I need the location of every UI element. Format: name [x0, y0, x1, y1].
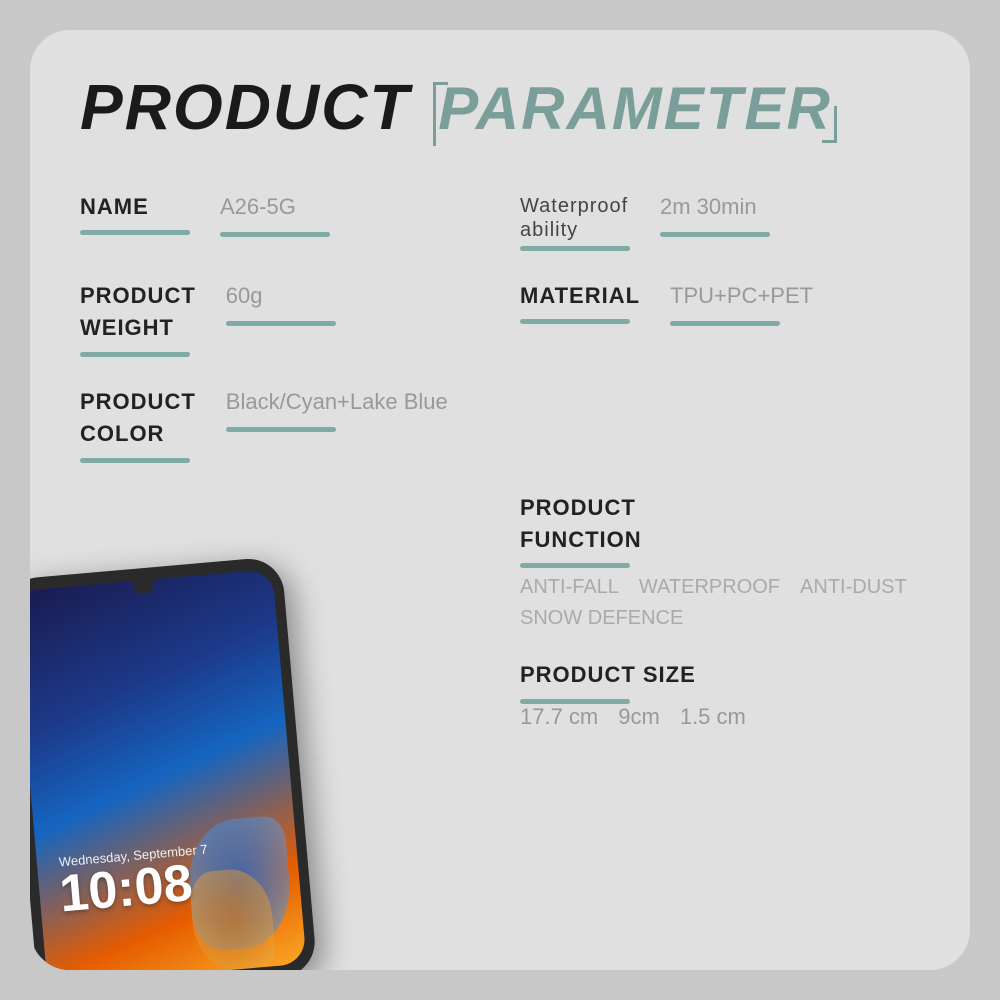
name-underline [80, 230, 190, 235]
function-underline [520, 563, 630, 568]
size-val2: 9cm [618, 704, 660, 730]
phone-mockup: Wednesday, September 7 10:08 [30, 556, 318, 970]
title-row: PRODUCT PARAMETER [80, 70, 920, 144]
weight-underline [80, 352, 190, 357]
color-section: PRODUCT COLOR Black/Cyan+Lake Blue [80, 389, 500, 463]
function-values: ANTI-FALL WATERPROOF ANTI-DUST SNOW DEFE… [520, 576, 920, 630]
material-label: MATERIAL [520, 283, 640, 309]
material-value: TPU+PC+PET [670, 283, 813, 309]
weight-value: 60g [226, 283, 336, 309]
material-section: MATERIAL TPU+PC+PET [500, 283, 920, 357]
weight-value-group: 60g [226, 283, 336, 326]
title-product: PRODUCT [80, 70, 410, 144]
weight-value-underline [226, 321, 336, 326]
size-section: PRODUCT SIZE 17.7 cm 9cm 1.5 cm [500, 662, 920, 729]
weight-section: PRODUCT WEIGHT 60g [80, 283, 500, 357]
waterproof-label-line1: Waterproof [520, 195, 628, 217]
waterproof-underline [520, 246, 630, 251]
waterproof-value-group: 2m 30min [660, 194, 770, 237]
size-label: PRODUCT SIZE [520, 662, 920, 688]
waterproof-label-line2: ability [520, 219, 578, 241]
name-value-underline [220, 232, 330, 237]
weight-label-line1: PRODUCT [80, 283, 196, 309]
name-label: NAME [80, 194, 190, 220]
size-val1: 17.7 cm [520, 704, 598, 730]
size-values: 17.7 cm 9cm 1.5 cm [520, 704, 920, 730]
weight-label-line2: WEIGHT [80, 315, 196, 341]
size-label-group: PRODUCT SIZE [520, 662, 920, 703]
waterproof-label-group: Waterproof ability [520, 194, 630, 251]
material-value-underline [670, 321, 780, 326]
row-name-waterproof: NAME A26-5G Waterproof ability [80, 194, 920, 251]
color-value-underline [226, 427, 336, 432]
phone-time: 10:08 [57, 853, 195, 924]
name-value: A26-5G [220, 194, 330, 220]
color-label-line2: COLOR [80, 421, 196, 447]
function-label-line2: FUNCTION [520, 527, 920, 553]
func-anti-dust: ANTI-DUST [800, 576, 907, 599]
color-value: Black/Cyan+Lake Blue [226, 389, 448, 415]
size-val3: 1.5 cm [680, 704, 746, 730]
func-anti-fall: ANTI-FALL [520, 576, 619, 599]
waterproof-value: 2m 30min [660, 194, 770, 220]
func-snow-defence: SNOW DEFENCE [520, 607, 683, 630]
phone-container: Wednesday, September 7 10:08 [30, 570, 350, 970]
phone-screen: Wednesday, September 7 10:08 [30, 569, 307, 970]
color-right-empty [500, 389, 920, 463]
function-label-line1: PRODUCT [520, 495, 920, 521]
weight-label-group: PRODUCT WEIGHT [80, 283, 196, 357]
color-value-group: Black/Cyan+Lake Blue [226, 389, 448, 432]
phone-notch [133, 579, 154, 595]
name-value-group: A26-5G [220, 194, 330, 237]
title-parameter: PARAMETER [438, 74, 832, 143]
row-color: PRODUCT COLOR Black/Cyan+Lake Blue [80, 389, 920, 463]
row-weight-material: PRODUCT WEIGHT 60g MATERIAL TPU+PC+PET [80, 283, 920, 357]
name-section: NAME A26-5G [80, 194, 500, 251]
color-underline [80, 458, 190, 463]
product-card: PRODUCT PARAMETER NAME A26-5G Wate [30, 30, 970, 970]
material-label-group: MATERIAL [520, 283, 640, 324]
waterproof-value-underline [660, 232, 770, 237]
material-value-group: TPU+PC+PET [670, 283, 813, 326]
name-label-group: NAME [80, 194, 190, 235]
function-section: PRODUCT FUNCTION ANTI-FALL WATERPROOF AN… [500, 495, 920, 631]
func-waterproof: WATERPROOF [639, 576, 780, 599]
color-label-line1: PRODUCT [80, 389, 196, 415]
color-label-group: PRODUCT COLOR [80, 389, 196, 463]
material-underline [520, 319, 630, 324]
function-label-group: PRODUCT FUNCTION [520, 495, 920, 569]
waterproof-section: Waterproof ability 2m 30min [500, 194, 920, 251]
